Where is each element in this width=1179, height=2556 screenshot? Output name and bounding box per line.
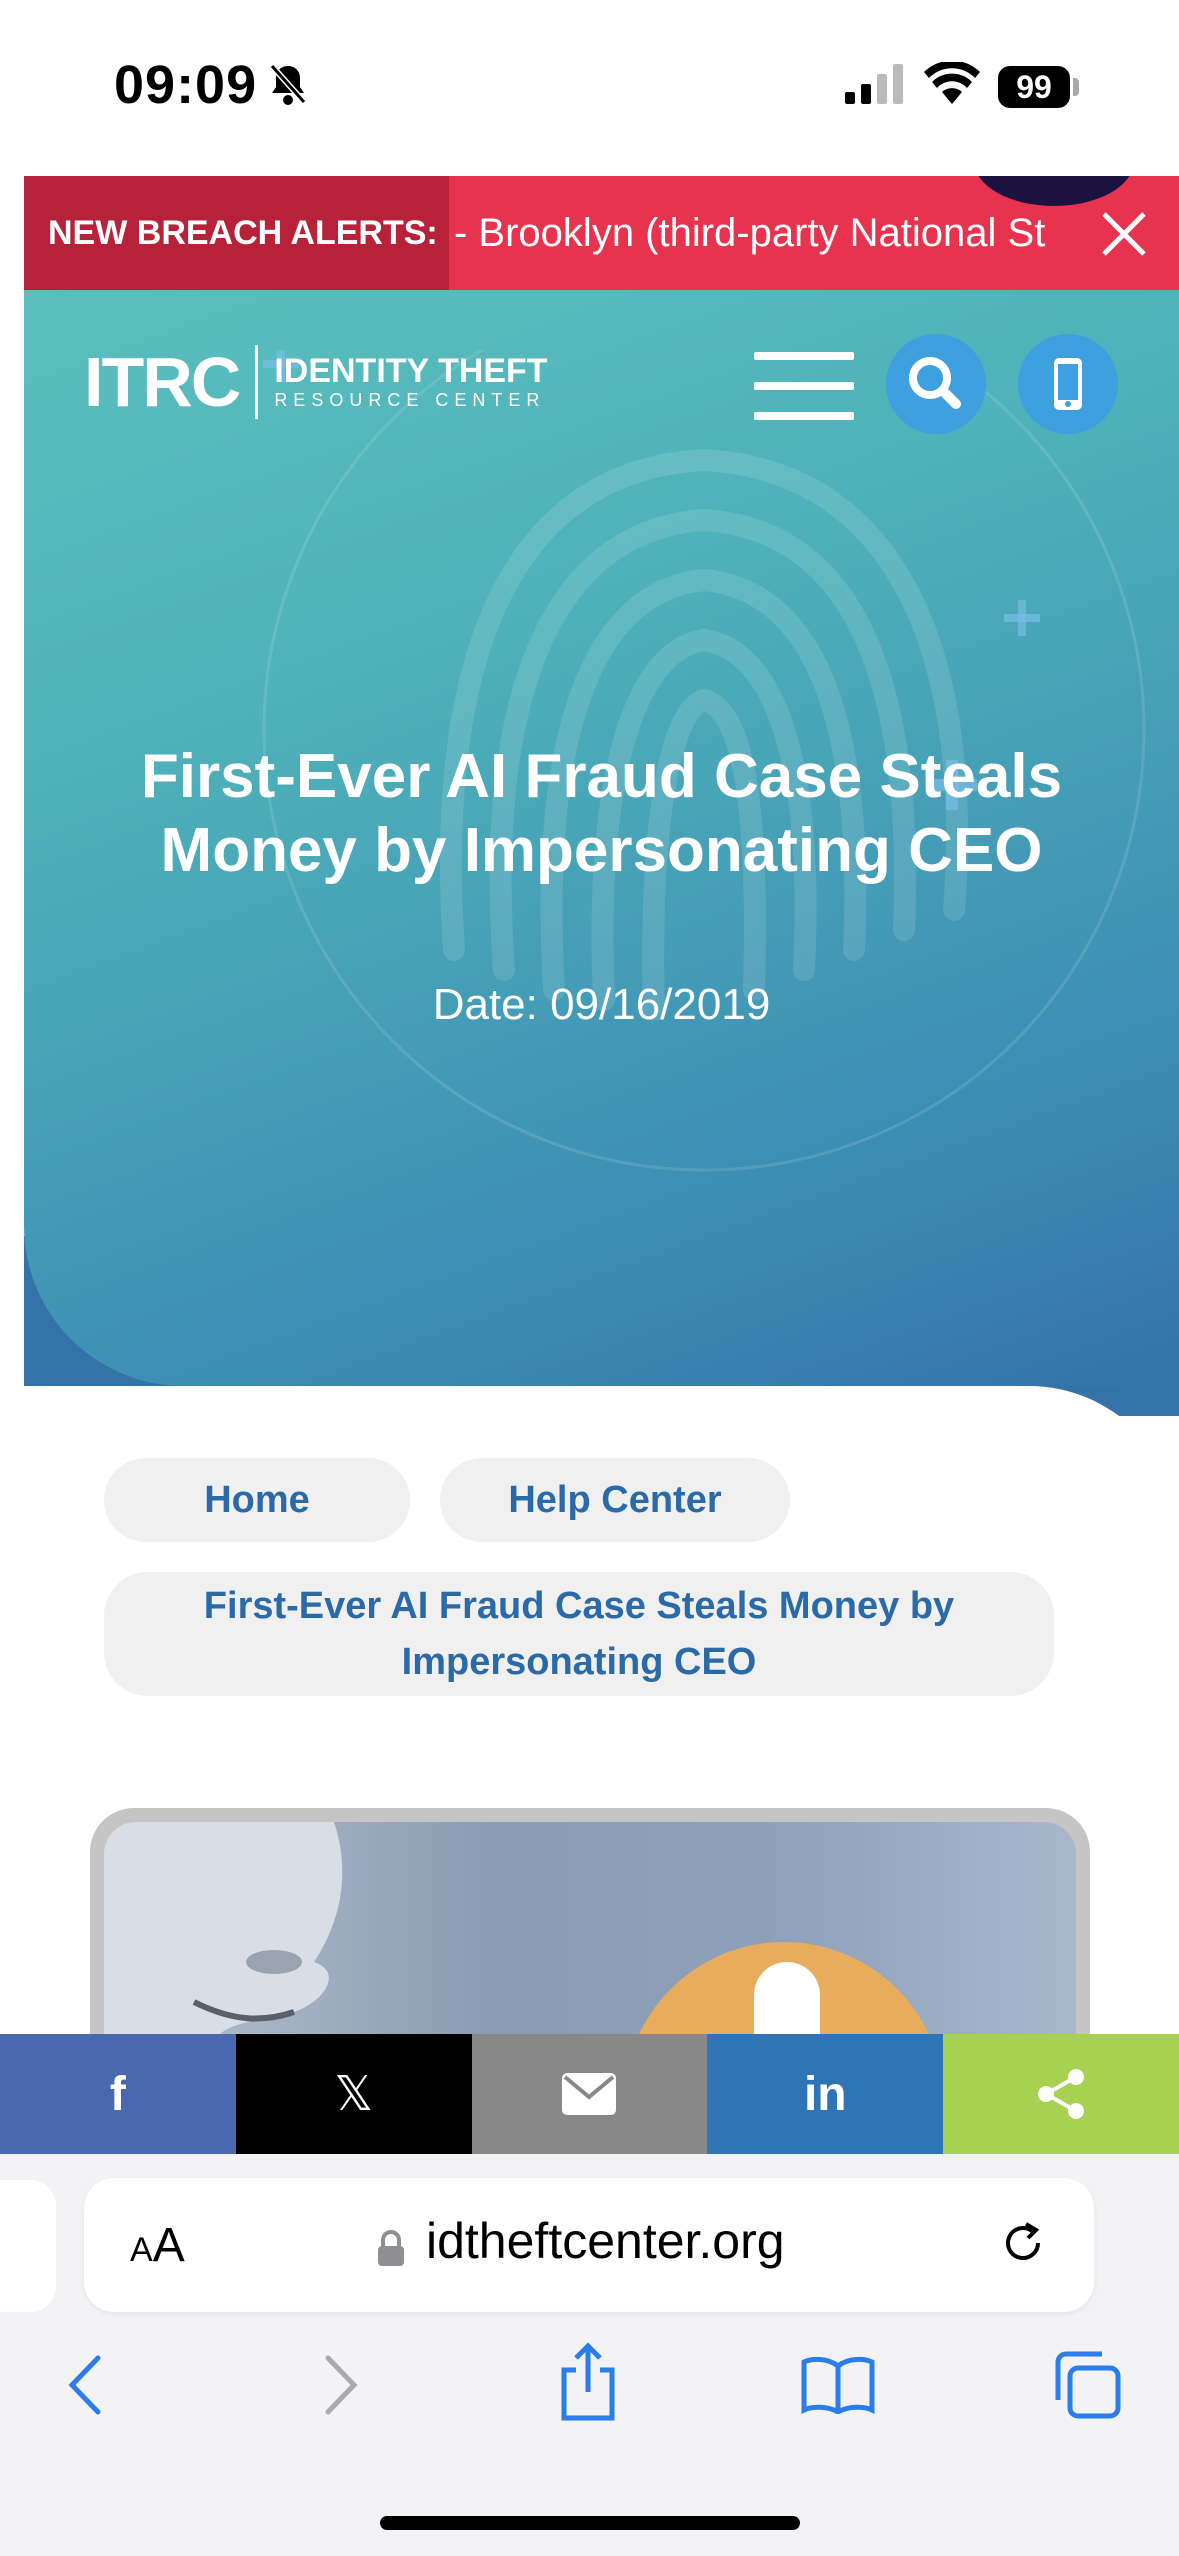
- logo-divider: [255, 345, 259, 419]
- search-icon: [909, 357, 961, 409]
- email-share-button[interactable]: [471, 2034, 708, 2154]
- silent-bell-icon: [269, 64, 307, 105]
- battery-tip: [1073, 78, 1079, 96]
- phone-button[interactable]: [1018, 334, 1118, 434]
- battery-indicator: 99: [998, 66, 1070, 108]
- home-indicator: [380, 2516, 800, 2530]
- reload-icon[interactable]: [996, 2216, 1050, 2270]
- logo-title: IDENTITY THEFT: [274, 352, 548, 390]
- linkedin-icon: in: [803, 2067, 847, 2121]
- wifi-icon: [924, 62, 980, 104]
- facebook-icon: f: [109, 2067, 126, 2121]
- linkedin-share-button[interactable]: in: [707, 2034, 944, 2154]
- article-image-content: [104, 1822, 1076, 2036]
- back-arrow-icon[interactable]: [60, 2350, 110, 2420]
- itrc-logo[interactable]: ITRC IDENTITY THEFT RESOURCE CENTER: [84, 342, 548, 422]
- phone-icon: [1054, 358, 1082, 410]
- microphone-glyph: [754, 1962, 820, 2036]
- breadcrumb-current[interactable]: First-Ever AI Fraud Case Steals Money by…: [104, 1572, 1054, 1696]
- menu-icon[interactable]: [754, 352, 854, 422]
- breadcrumb-home[interactable]: Home: [104, 1458, 410, 1542]
- browser-toolbar: AA idtheftcenter.org: [0, 2154, 1179, 2556]
- share-icon: [1038, 2069, 1085, 2119]
- reader-options-button[interactable]: AA: [130, 2218, 185, 2273]
- close-icon[interactable]: [1094, 204, 1154, 264]
- web-page: NEW BREACH ALERTS: - Brooklyn (third-par…: [24, 176, 1179, 2036]
- share-sheet-icon[interactable]: [556, 2342, 620, 2422]
- cellular-signal-icon: [845, 64, 903, 104]
- hero-banner: ITRC IDENTITY THEFT RESOURCE CENTER Firs…: [24, 290, 1179, 1386]
- bookmarks-icon[interactable]: [800, 2354, 876, 2414]
- status-bar: 09:09 99: [0, 0, 1179, 170]
- search-button[interactable]: [886, 334, 986, 434]
- page-title: First-Ever AI Fraud Case Steals Money by…: [140, 742, 1063, 885]
- logo-mark: ITRC: [84, 343, 241, 421]
- x-share-button[interactable]: 𝕏: [235, 2034, 472, 2154]
- clock: 09:09: [114, 55, 258, 115]
- x-icon: 𝕏: [334, 2068, 374, 2121]
- address-bar[interactable]: AA idtheftcenter.org: [84, 2178, 1094, 2312]
- tabs-icon[interactable]: [1052, 2350, 1122, 2420]
- breach-alert-ticker[interactable]: - Brooklyn (third-party National St: [454, 176, 1084, 290]
- previous-tab-preview[interactable]: [0, 2180, 56, 2312]
- lock-icon: [378, 2230, 404, 2266]
- face-illustration: [104, 1822, 343, 2036]
- more-share-button[interactable]: [943, 2034, 1179, 2154]
- breach-alert-label: NEW BREACH ALERTS:: [24, 176, 449, 290]
- article-date: Date: 09/16/2019: [432, 980, 771, 1029]
- facebook-share-button[interactable]: f: [0, 2034, 236, 2154]
- url-text: idtheftcenter.org: [426, 2213, 785, 2269]
- social-share-bar: f 𝕏 in: [0, 2034, 1179, 2154]
- breach-alert-bar: NEW BREACH ALERTS: - Brooklyn (third-par…: [24, 176, 1179, 290]
- article-image: [90, 1808, 1090, 2036]
- breadcrumb-help-center[interactable]: Help Center: [440, 1458, 790, 1542]
- mail-icon: [562, 2073, 617, 2115]
- logo-subtitle: RESOURCE CENTER: [274, 390, 546, 410]
- forward-arrow-icon[interactable]: [316, 2350, 366, 2420]
